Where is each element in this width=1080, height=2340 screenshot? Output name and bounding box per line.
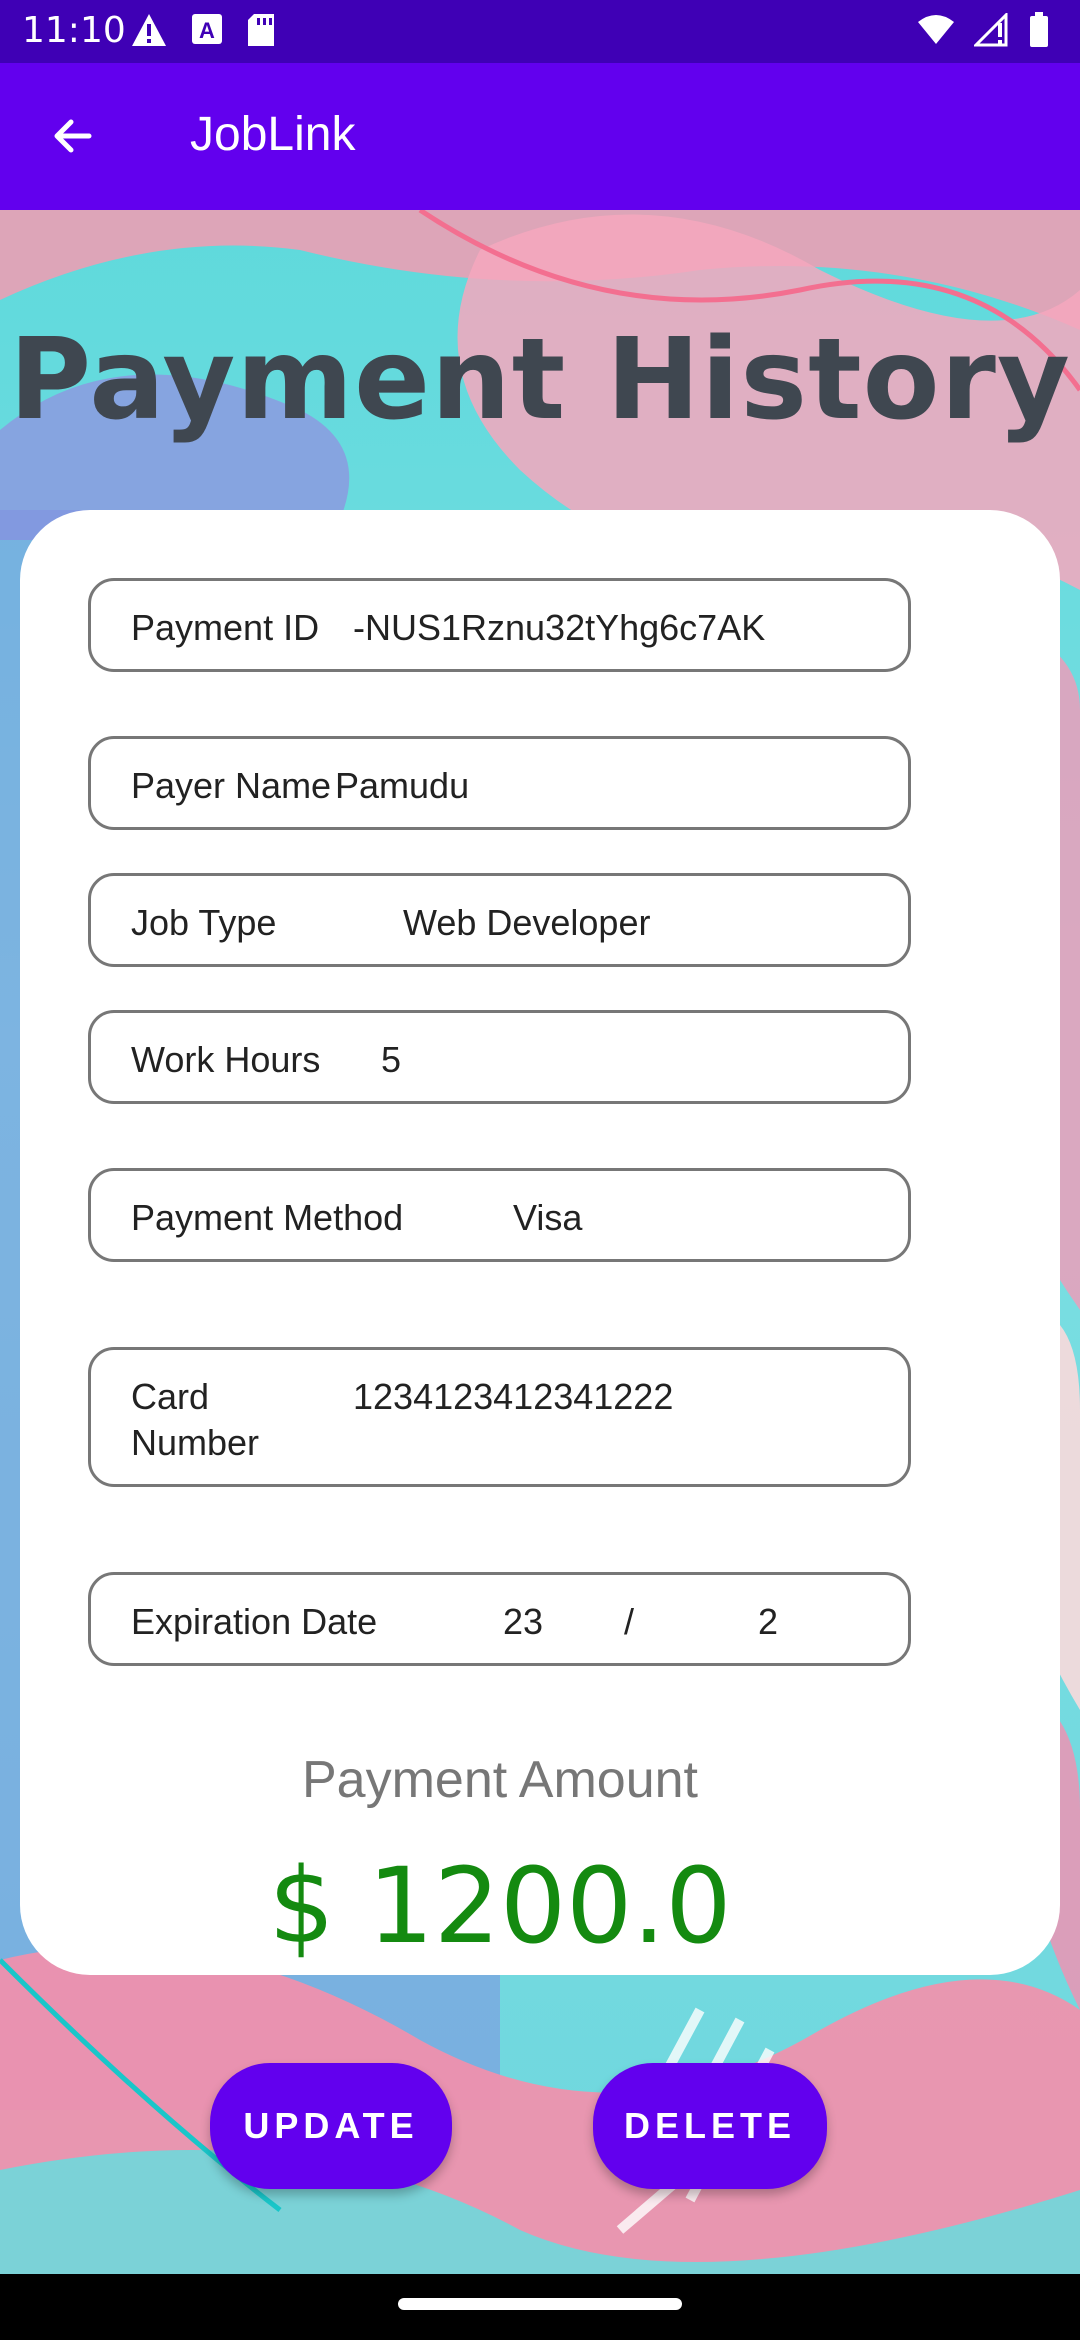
expiration-date-field[interactable]: Expiration Date 23 / 2 bbox=[88, 1572, 911, 1666]
expiration-month: 23 bbox=[503, 1601, 544, 1642]
payment-card: Payment ID -NUS1Rznu32tYhg6c7AK Payer Na… bbox=[20, 510, 1060, 1975]
work-hours-value: 5 bbox=[381, 1039, 402, 1080]
expiration-separator: / bbox=[624, 1601, 635, 1642]
sd-card-icon bbox=[246, 12, 276, 53]
expiration-date-label: Expiration Date bbox=[131, 1601, 378, 1642]
a-box-icon: A bbox=[190, 12, 224, 53]
svg-text:A: A bbox=[199, 18, 215, 43]
wifi-icon bbox=[916, 14, 956, 51]
home-gesture-handle[interactable] bbox=[398, 2298, 682, 2310]
payment-amount-label: Payment Amount bbox=[302, 1751, 698, 1809]
payer-name-label: Payer Name bbox=[131, 765, 332, 806]
payer-name-value: Pamudu bbox=[335, 765, 470, 806]
work-hours-label: Work Hours bbox=[131, 1039, 321, 1080]
delete-button[interactable]: DELETE bbox=[593, 2063, 827, 2189]
update-button[interactable]: UPDATE bbox=[210, 2063, 452, 2189]
app-bar: JobLink bbox=[0, 63, 1080, 210]
job-type-field[interactable]: Job Type Web Developer bbox=[88, 873, 911, 967]
payment-amount-value: $ 1200.0 bbox=[268, 1845, 732, 1967]
job-type-value: Web Developer bbox=[403, 902, 651, 943]
card-number-field[interactable]: Card Number 1234123412341222 bbox=[88, 1347, 911, 1487]
card-number-label-line1: Card bbox=[131, 1376, 210, 1417]
payment-method-field[interactable]: Payment Method Visa bbox=[88, 1168, 911, 1262]
payment-id-field[interactable]: Payment ID -NUS1Rznu32tYhg6c7AK bbox=[88, 578, 911, 672]
payment-id-label: Payment ID bbox=[131, 607, 320, 648]
work-hours-field[interactable]: Work Hours 5 bbox=[88, 1010, 911, 1104]
card-number-label-line2: Number bbox=[131, 1422, 260, 1463]
payment-method-value: Visa bbox=[513, 1197, 583, 1238]
status-time: 11:10 bbox=[22, 10, 126, 51]
navigation-bar bbox=[0, 2274, 1080, 2340]
payment-method-label: Payment Method bbox=[131, 1197, 404, 1238]
job-type-label: Job Type bbox=[131, 902, 277, 943]
app-title: JobLink bbox=[190, 108, 356, 161]
back-button[interactable] bbox=[40, 103, 106, 169]
expiration-year: 2 bbox=[758, 1601, 779, 1642]
alert-icon bbox=[130, 12, 168, 53]
payer-name-field[interactable]: Payer Name Pamudu bbox=[88, 736, 911, 830]
payment-id-value: -NUS1Rznu32tYhg6c7AK bbox=[353, 607, 766, 648]
arrow-left-icon bbox=[54, 119, 92, 153]
status-bar: 11:10 A bbox=[0, 0, 1080, 63]
card-number-value: 1234123412341222 bbox=[353, 1376, 674, 1417]
page-title: Payment History bbox=[9, 315, 1071, 445]
no-signal-icon bbox=[972, 11, 1010, 52]
battery-icon bbox=[1028, 12, 1050, 53]
